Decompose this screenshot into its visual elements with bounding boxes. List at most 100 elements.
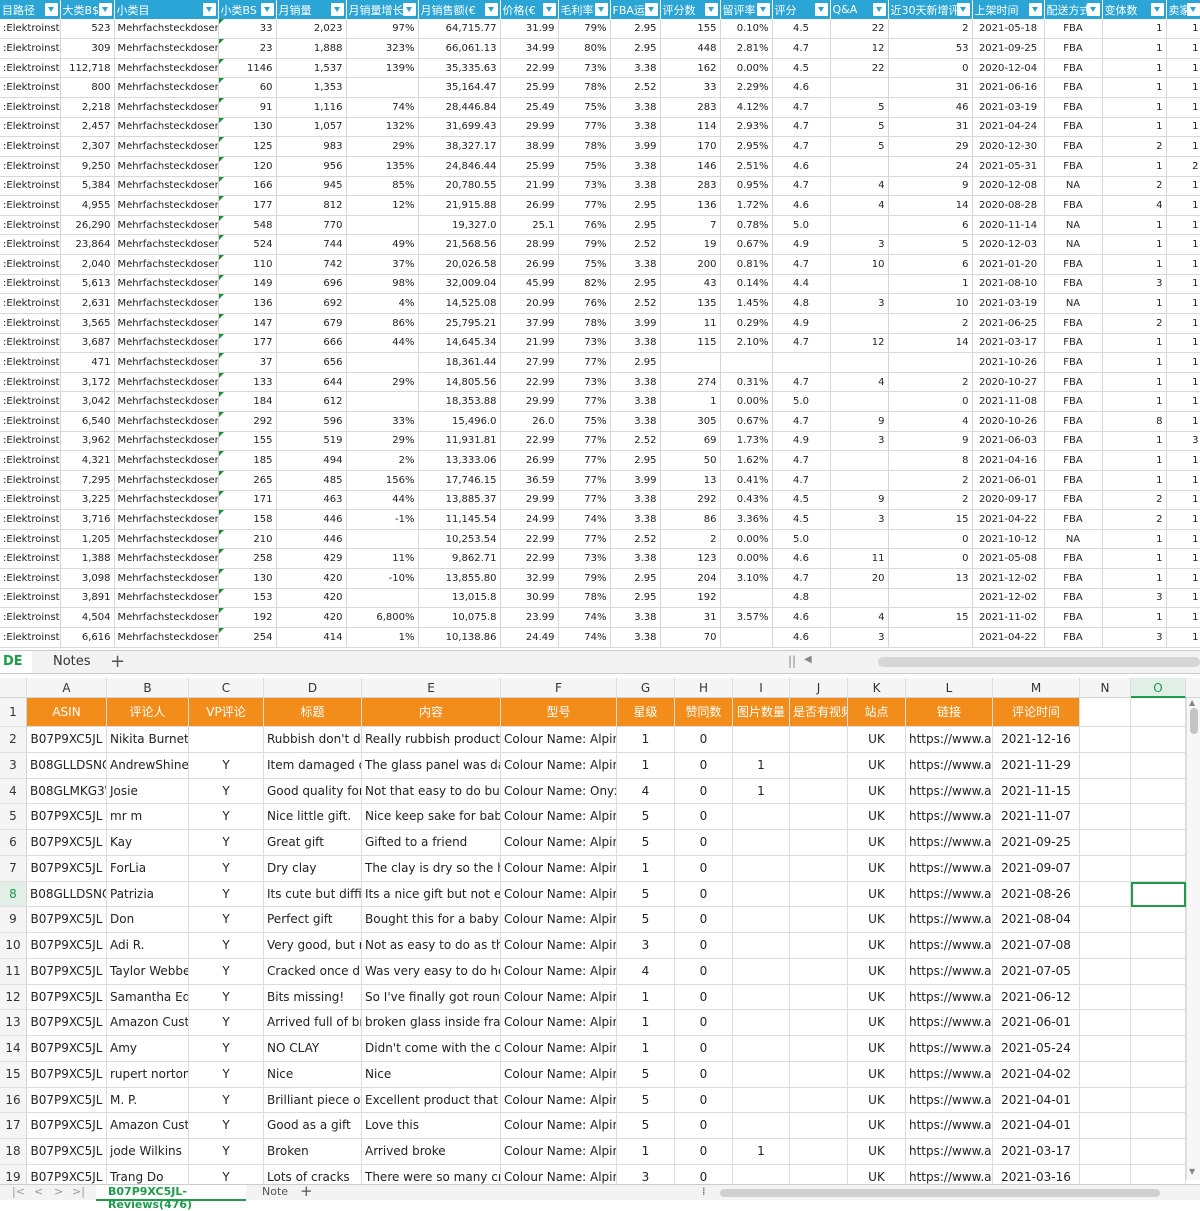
table-cell[interactable]: 3,098 bbox=[60, 568, 115, 589]
table-cell[interactable]: B07P9XC5JL bbox=[27, 958, 107, 985]
table-cell[interactable]: UK bbox=[848, 1139, 906, 1165]
table-cell[interactable]: 25.99 bbox=[500, 156, 559, 177]
top-column-header[interactable]: Q&A bbox=[830, 0, 889, 19]
scrollbar-thumb[interactable] bbox=[1190, 708, 1198, 734]
table-cell[interactable]: 1 bbox=[1166, 470, 1200, 491]
table-cell[interactable]: 77% bbox=[558, 117, 611, 138]
table-cell[interactable]: https://www.ama bbox=[906, 830, 993, 856]
table-cell[interactable]: 13,885.37 bbox=[418, 490, 501, 511]
table-cell[interactable] bbox=[733, 1087, 790, 1114]
empty-cell[interactable] bbox=[1080, 1036, 1131, 1062]
top-column-header[interactable]: 月销售额(€ bbox=[418, 0, 501, 19]
row-number[interactable]: 12 bbox=[0, 984, 27, 1011]
table-cell[interactable]: Y bbox=[189, 804, 264, 830]
table-cell[interactable]: 177 bbox=[218, 195, 277, 216]
table-cell[interactable]: 13,855.80 bbox=[418, 568, 501, 589]
table-cell[interactable]: UK bbox=[848, 804, 906, 830]
table-cell[interactable]: 17,746.15 bbox=[418, 470, 501, 491]
table-cell[interactable]: 0 bbox=[675, 907, 733, 933]
table-cell[interactable]: 0 bbox=[675, 752, 733, 779]
table-cell[interactable]: 1 bbox=[1166, 588, 1200, 609]
table-cell[interactable]: FBA bbox=[1044, 333, 1103, 354]
table-cell[interactable]: Mehrfachsteckdosen bbox=[114, 627, 219, 648]
table-cell[interactable]: 800 bbox=[60, 77, 115, 98]
table-cell[interactable]: UK bbox=[848, 958, 906, 985]
table-cell[interactable]: Colour Name: Alpine W bbox=[501, 1036, 617, 1062]
table-cell[interactable]: https://www.ama bbox=[906, 881, 993, 908]
last-sheet-icon[interactable]: >| bbox=[72, 1185, 85, 1198]
empty-cell[interactable] bbox=[1080, 1087, 1131, 1114]
table-cell[interactable]: 2021-06-25 bbox=[972, 313, 1045, 334]
table-cell[interactable]: 4.12% bbox=[720, 97, 773, 118]
table-cell[interactable]: 135% bbox=[346, 156, 419, 177]
table-cell[interactable]: Y bbox=[189, 830, 264, 856]
table-cell[interactable]: 1 bbox=[1102, 470, 1167, 491]
sheet-tab-de[interactable]: DE bbox=[0, 651, 32, 673]
table-cell[interactable]: 2 bbox=[1166, 156, 1200, 177]
table-cell[interactable]: 78% bbox=[558, 313, 611, 334]
table-cell[interactable]: 1 bbox=[1102, 97, 1167, 118]
table-cell[interactable]: https://www.ama bbox=[906, 727, 993, 753]
column-letter-l[interactable]: L bbox=[906, 678, 993, 698]
top-column-header[interactable]: 近30天新增评论 bbox=[888, 0, 973, 19]
table-cell[interactable]: 146 bbox=[660, 156, 721, 177]
table-cell[interactable]: 4.7 bbox=[772, 176, 831, 197]
table-cell[interactable]: Amazon Custom bbox=[107, 1113, 189, 1139]
table-cell[interactable]: 136 bbox=[660, 195, 721, 216]
table-cell[interactable]: :Elektroinstal bbox=[0, 293, 61, 314]
table-cell[interactable]: 171 bbox=[218, 490, 277, 511]
table-cell[interactable] bbox=[346, 529, 419, 550]
bottom-horizontal-scrollbar[interactable] bbox=[720, 1189, 1160, 1197]
table-cell[interactable]: 135 bbox=[660, 293, 721, 314]
table-cell[interactable]: Y bbox=[189, 855, 264, 882]
table-cell[interactable]: https://www.ama bbox=[906, 804, 993, 830]
table-cell[interactable]: 2020-11-14 bbox=[972, 215, 1045, 236]
table-cell[interactable]: 1 bbox=[1166, 391, 1200, 412]
table-cell[interactable]: 15 bbox=[888, 607, 973, 628]
table-cell[interactable]: 1,353 bbox=[276, 77, 347, 98]
table-cell[interactable]: 50 bbox=[660, 450, 721, 471]
table-cell[interactable]: 3 bbox=[830, 431, 889, 452]
table-cell[interactable]: 2 bbox=[1102, 176, 1167, 197]
table-cell[interactable]: 155 bbox=[218, 431, 277, 452]
table-cell[interactable]: 136 bbox=[218, 293, 277, 314]
table-cell[interactable]: FBA bbox=[1044, 313, 1103, 334]
table-cell[interactable]: Cracked once dry b bbox=[264, 958, 362, 985]
table-cell[interactable]: 29.99 bbox=[500, 391, 559, 412]
table-cell[interactable]: UK bbox=[848, 984, 906, 1011]
table-cell[interactable]: NA bbox=[1044, 234, 1103, 255]
table-cell[interactable]: 2021-11-08 bbox=[972, 391, 1045, 412]
column-letter-i[interactable]: I bbox=[733, 678, 790, 698]
table-cell[interactable]: FBA bbox=[1044, 588, 1103, 609]
table-cell[interactable]: 155 bbox=[660, 19, 721, 40]
table-cell[interactable] bbox=[346, 77, 419, 98]
table-cell[interactable]: 1 bbox=[1102, 215, 1167, 236]
table-cell[interactable]: 3.38 bbox=[610, 372, 661, 393]
select-all-corner[interactable] bbox=[0, 678, 27, 698]
table-cell[interactable]: 4,321 bbox=[60, 450, 115, 471]
table-cell[interactable] bbox=[830, 588, 889, 609]
table-cell[interactable]: UK bbox=[848, 752, 906, 779]
table-cell[interactable]: 2021-06-01 bbox=[972, 470, 1045, 491]
table-cell[interactable]: 3,042 bbox=[60, 391, 115, 412]
table-cell[interactable]: 4.7 bbox=[772, 97, 831, 118]
table-cell[interactable] bbox=[830, 391, 889, 412]
table-cell[interactable]: 0.00% bbox=[720, 548, 773, 569]
table-cell[interactable]: 110 bbox=[218, 254, 277, 275]
table-cell[interactable] bbox=[346, 391, 419, 412]
table-cell[interactable]: 76% bbox=[558, 293, 611, 314]
table-cell[interactable]: Mehrfachsteckdosen bbox=[114, 470, 219, 491]
table-cell[interactable]: 20,026.58 bbox=[418, 254, 501, 275]
table-cell[interactable]: Mehrfachsteckdosen bbox=[114, 176, 219, 197]
table-cell[interactable]: UK bbox=[848, 1061, 906, 1088]
table-cell[interactable]: 1 bbox=[1102, 254, 1167, 275]
table-cell[interactable]: 114 bbox=[660, 117, 721, 138]
table-cell[interactable]: 120 bbox=[218, 156, 277, 177]
table-cell[interactable]: 5.0 bbox=[772, 529, 831, 550]
table-cell[interactable]: Colour Name: Alpine W bbox=[501, 1139, 617, 1165]
table-cell[interactable]: Mehrfachsteckdosen bbox=[114, 234, 219, 255]
table-cell[interactable]: 78% bbox=[558, 588, 611, 609]
table-cell[interactable]: Colour Name: Alpine W bbox=[501, 984, 617, 1011]
table-cell[interactable]: 4.7 bbox=[772, 38, 831, 59]
table-cell[interactable]: Mehrfachsteckdosen bbox=[114, 77, 219, 98]
